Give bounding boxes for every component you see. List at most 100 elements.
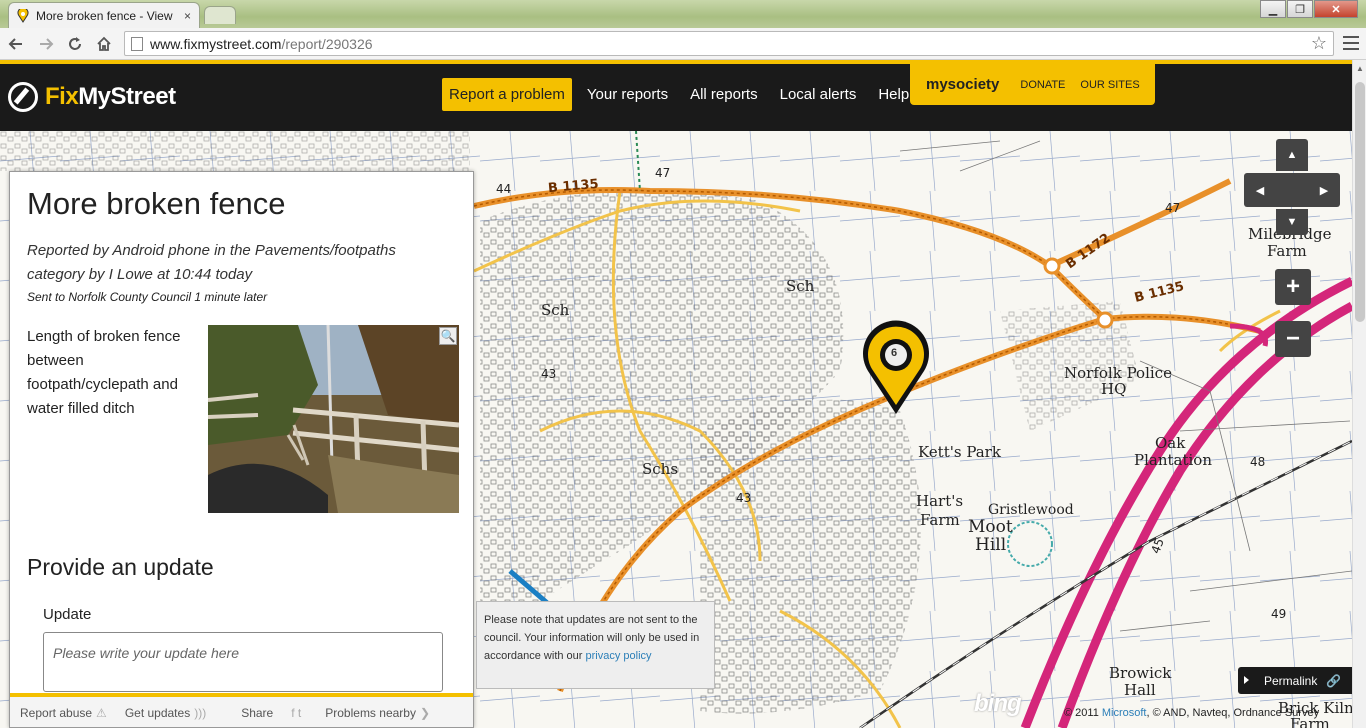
chevron-right-icon: ❯ bbox=[419, 706, 431, 720]
map-pan-control: ▲ ◀ ▶ ▼ bbox=[1244, 139, 1340, 235]
rss-icon: ))) bbox=[194, 706, 207, 720]
attribution-rest: , © AND, Navteq, Ordnance Survey bbox=[1146, 707, 1320, 719]
report-abuse-link[interactable]: Report abuse ⚠ bbox=[20, 706, 107, 720]
new-tab-button[interactable] bbox=[204, 6, 236, 24]
mysociety-logo[interactable]: mysociety bbox=[926, 76, 999, 93]
privacy-policy-link[interactable]: privacy policy bbox=[586, 650, 652, 662]
wrench-icon bbox=[8, 82, 38, 112]
nav-local-alerts[interactable]: Local alerts bbox=[773, 79, 864, 110]
map-label-oak: Oak bbox=[1155, 434, 1186, 452]
pin-number: 6 bbox=[891, 347, 898, 359]
report-map-pin-icon[interactable]: 6 bbox=[858, 317, 934, 417]
minimize-button[interactable]: ▁ bbox=[1260, 0, 1286, 18]
map-label-hill: Hill bbox=[975, 535, 1007, 555]
attribution-copyright: © 2011 bbox=[1064, 707, 1102, 719]
share-link[interactable]: Share f t bbox=[241, 706, 301, 720]
map-label-gristlewood: Gristlewood bbox=[988, 502, 1074, 518]
get-updates-label: Get updates bbox=[124, 706, 191, 720]
browser-tab-active[interactable]: More broken fence - View × bbox=[8, 2, 200, 28]
map-label-sch-2: Sch bbox=[541, 301, 570, 319]
page-scrollbar[interactable]: ▲ bbox=[1352, 60, 1366, 728]
map-pin-favicon-icon bbox=[17, 8, 29, 23]
report-panel: More broken fence Reported by Android ph… bbox=[9, 171, 474, 728]
star-icon[interactable]: ☆ bbox=[1311, 33, 1327, 54]
zoom-in-button[interactable]: + bbox=[1275, 269, 1311, 305]
permalink-label: Permalink bbox=[1264, 673, 1318, 688]
our-sites-link[interactable]: OUR SITES bbox=[1080, 79, 1139, 91]
tab-title: More broken fence - View bbox=[36, 8, 173, 23]
warning-icon: ⚠ bbox=[96, 706, 107, 720]
donate-link[interactable]: DONATE bbox=[1020, 79, 1065, 91]
logo-fix-text: Fix bbox=[45, 83, 79, 110]
map-label-plantation: Plantation bbox=[1134, 451, 1212, 469]
report-abuse-label: Report abuse bbox=[20, 706, 93, 720]
get-updates-link[interactable]: Get updates))) bbox=[125, 706, 206, 720]
map-attribution: © 2011 Microsoft, © AND, Navteq, Ordnanc… bbox=[1064, 707, 1319, 719]
social-icon: f t bbox=[291, 706, 302, 720]
reload-icon[interactable] bbox=[63, 32, 87, 56]
map-contour-48: 48 bbox=[1250, 455, 1266, 469]
map-contour-43a: 43 bbox=[541, 367, 557, 381]
map-label-harts-farm: Farm bbox=[920, 511, 960, 529]
map-contour-49: 49 bbox=[1271, 607, 1287, 621]
zoom-photo-icon[interactable]: 🔍 bbox=[439, 327, 457, 345]
close-window-button[interactable]: ✕ bbox=[1314, 0, 1358, 18]
bing-logo: bing bbox=[974, 690, 1022, 717]
browser-toolbar: www.fixmystreet.com/report/290326 ☆ bbox=[0, 28, 1366, 60]
map-label-hq: HQ bbox=[1101, 380, 1127, 398]
nav-all-reports[interactable]: All reports bbox=[683, 79, 765, 110]
scrollbar-thumb[interactable] bbox=[1355, 82, 1365, 322]
pan-right-button[interactable]: ▶ bbox=[1308, 173, 1340, 207]
nav-report-problem[interactable]: Report a problem bbox=[442, 78, 572, 111]
map-label-milebridge-farm: Farm bbox=[1267, 242, 1307, 260]
report-photo[interactable]: 🔍 bbox=[208, 325, 459, 513]
scroll-up-icon[interactable]: ▲ bbox=[1356, 64, 1364, 73]
report-description: Length of broken fence between footpath/… bbox=[27, 328, 181, 417]
browser-titlebar: More broken fence - View × ▁ ❐ ✕ bbox=[0, 0, 1366, 28]
browser-menu-icon[interactable] bbox=[1342, 34, 1360, 52]
pan-left-button[interactable]: ◀ bbox=[1244, 173, 1276, 207]
link-icon: 🔗 bbox=[1326, 673, 1342, 688]
update-privacy-note: Please note that updates are not sent to… bbox=[476, 601, 715, 689]
address-bar[interactable]: www.fixmystreet.com/report/290326 ☆ bbox=[124, 31, 1334, 56]
map-contour-47a: 47 bbox=[655, 166, 671, 180]
report-title: More broken fence bbox=[27, 186, 286, 221]
mysociety-banner: mysociety DONATE OUR SITES bbox=[910, 64, 1155, 105]
url-host: www.fixmystreet.com bbox=[150, 35, 282, 52]
nav-your-reports[interactable]: Your reports bbox=[580, 79, 675, 110]
update-textarea[interactable] bbox=[43, 632, 443, 692]
pan-down-button[interactable]: ▼ bbox=[1276, 209, 1308, 235]
report-sent-status: Sent to Norfolk County Council 1 minute … bbox=[27, 290, 268, 304]
logo-street-text: MyStreet bbox=[78, 83, 176, 110]
zoom-out-button[interactable]: − bbox=[1275, 321, 1311, 357]
fixmystreet-logo[interactable]: Fix MyStreet bbox=[8, 82, 176, 112]
map-label-sch-1: Sch bbox=[786, 277, 815, 295]
window-controls: ▁ ❐ ✕ bbox=[1259, 0, 1358, 18]
map-label-browick-hall: Hall bbox=[1124, 681, 1156, 699]
map-label-moot: Moot bbox=[968, 517, 1013, 537]
map-label-ketts-park: Kett's Park bbox=[918, 443, 1001, 461]
site-header: Fix MyStreet Report a problem Your report… bbox=[0, 60, 1352, 131]
forward-icon[interactable] bbox=[34, 32, 58, 56]
maximize-button[interactable]: ❐ bbox=[1287, 0, 1313, 18]
permalink-button[interactable]: Permalink 🔗 bbox=[1238, 667, 1352, 694]
update-label: Update bbox=[43, 606, 92, 623]
pan-up-button[interactable]: ▲ bbox=[1276, 139, 1308, 171]
report-meta: Reported by Android phone in the Pavemen… bbox=[27, 242, 396, 283]
map-label-browick: Browick bbox=[1109, 664, 1172, 682]
problems-nearby-link[interactable]: Problems nearby ❯ bbox=[325, 706, 430, 720]
attribution-microsoft-link[interactable]: Microsoft bbox=[1102, 707, 1147, 719]
map-label-schs: Schs bbox=[642, 460, 679, 478]
main-nav: Report a problem Your reports All report… bbox=[442, 78, 924, 111]
share-label: Share bbox=[241, 706, 274, 720]
tab-close-icon[interactable]: × bbox=[184, 9, 191, 23]
update-heading: Provide an update bbox=[27, 554, 214, 580]
home-icon[interactable] bbox=[92, 32, 116, 56]
map-label-harts: Hart's bbox=[916, 492, 964, 510]
url-path: /report/290326 bbox=[281, 35, 373, 52]
map-contour-43b: 43 bbox=[736, 491, 752, 505]
back-icon[interactable] bbox=[4, 32, 28, 56]
arrow-right-icon bbox=[1244, 676, 1249, 684]
report-sub-nav: Report abuse ⚠ Get updates))) Share f t Pr… bbox=[10, 693, 473, 727]
problems-nearby-label: Problems nearby bbox=[325, 706, 416, 720]
